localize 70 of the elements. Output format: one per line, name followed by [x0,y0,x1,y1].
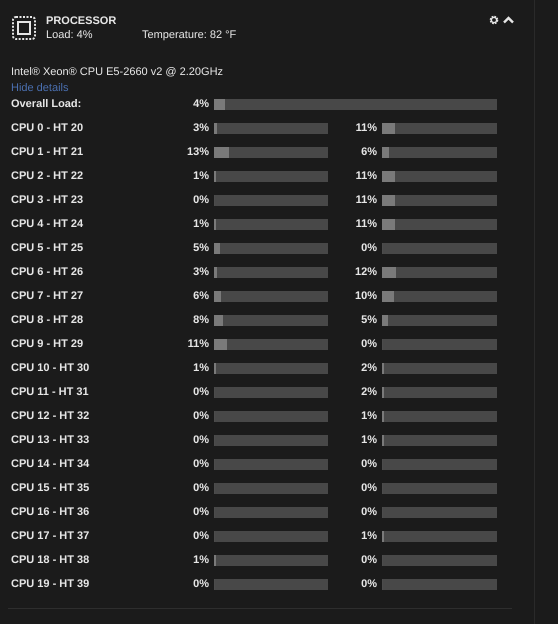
core-label: CPU 18 - HT 38 [11,552,90,568]
load-reading: 5% [192,240,210,256]
core-label: CPU 0 - HT 20 [11,120,84,136]
core-label: CPU 8 - HT 28 [11,312,84,328]
core-label: CPU 15 - HT 35 [11,480,90,496]
load-reading: 10% [354,288,378,304]
load-reading: 0% [192,456,210,472]
load-reading: 8% [192,312,210,328]
core-label: CPU 1 - HT 21 [11,144,84,160]
load-reading: 0% [192,480,210,496]
core-label: CPU 7 - HT 27 [11,288,84,304]
load-reading: 3% [192,120,210,136]
load-reading: 11% [354,216,378,232]
cpu-model: Intel® Xeon® CPU E5-2660 v2 @ 2.20GHz [11,65,224,80]
load-reading: 13% [186,144,210,160]
load-reading: 11% [354,120,378,136]
core-label: CPU 5 - HT 25 [11,240,84,256]
load-reading: 0% [192,192,210,208]
load-reading: 12% [354,264,378,280]
hide-details-link[interactable]: Hide details [11,80,68,96]
load-reading: 3% [192,264,210,280]
load-reading: 2% [360,384,378,400]
load-reading: 0% [360,552,378,568]
load-reading: 11% [354,192,378,208]
core-label: CPU 19 - HT 39 [11,576,90,592]
core-label: CPU 2 - HT 22 [11,168,84,184]
load-reading: 0% [360,336,378,352]
core-label: CPU 13 - HT 33 [11,432,90,448]
core-label: CPU 4 - HT 24 [11,216,84,232]
processor-chip-icon [11,15,37,41]
load-reading: 0% [360,576,378,592]
panel-title: PROCESSOR [46,14,118,28]
load-reading: 2% [360,360,378,376]
core-label: CPU 17 - HT 37 [11,528,90,544]
load-reading: 0% [360,456,378,472]
load-reading: 1% [192,360,210,376]
core-label: CPU 12 - HT 32 [11,408,90,424]
load-reading: 0% [360,504,378,520]
load-reading: 0% [360,240,378,256]
core-label: CPU 14 - HT 34 [11,456,90,472]
core-label: CPU 9 - HT 29 [11,336,84,352]
load-text: Load: 4% [46,28,94,42]
core-label: CPU 11 - HT 31 [11,384,90,400]
load-reading: 0% [192,504,210,520]
collapse-chevron-icon[interactable] [503,16,514,24]
load-reading: 0% [192,384,210,400]
load-reading: 1% [360,528,378,544]
settings-icon[interactable] [489,15,499,25]
load-reading: 11% [354,168,378,184]
core-label: CPU 6 - HT 26 [11,264,84,280]
load-reading: 6% [360,144,378,160]
load-reading: 1% [192,552,210,568]
load-reading: 0% [192,528,210,544]
load-reading: 5% [360,312,378,328]
load-reading: 4% [192,96,210,112]
core-label: CPU 3 - HT 23 [11,192,84,208]
load-reading: 0% [192,432,210,448]
load-reading: 0% [360,480,378,496]
core-label: CPU 10 - HT 30 [11,360,90,376]
load-reading: 0% [192,576,210,592]
load-reading: 11% [186,336,210,352]
overall-load-label: Overall Load: [11,96,82,112]
load-reading: 1% [360,432,378,448]
temperature-text: Temperature: 82 °F [142,28,236,42]
core-label: CPU 16 - HT 36 [11,504,90,520]
load-reading: 1% [192,168,210,184]
load-reading: 1% [360,408,378,424]
load-reading: 1% [192,216,210,232]
load-reading: 6% [192,288,210,304]
load-reading: 0% [192,408,210,424]
